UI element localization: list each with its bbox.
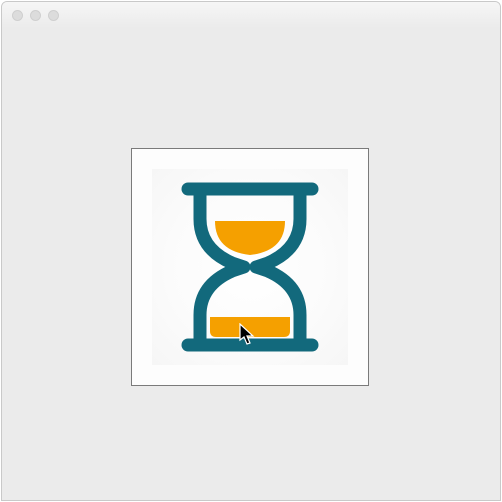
titlebar bbox=[2, 2, 500, 29]
image-preview-card bbox=[131, 148, 369, 386]
window-content bbox=[2, 28, 500, 500]
hourglass-sand-bottom bbox=[210, 317, 290, 337]
hourglass-icon bbox=[152, 169, 348, 365]
traffic-light-zoom[interactable] bbox=[48, 10, 59, 21]
hourglass-sand-top bbox=[215, 221, 285, 255]
app-window bbox=[1, 1, 501, 501]
traffic-light-close[interactable] bbox=[12, 10, 23, 21]
traffic-light-minimize[interactable] bbox=[30, 10, 41, 21]
